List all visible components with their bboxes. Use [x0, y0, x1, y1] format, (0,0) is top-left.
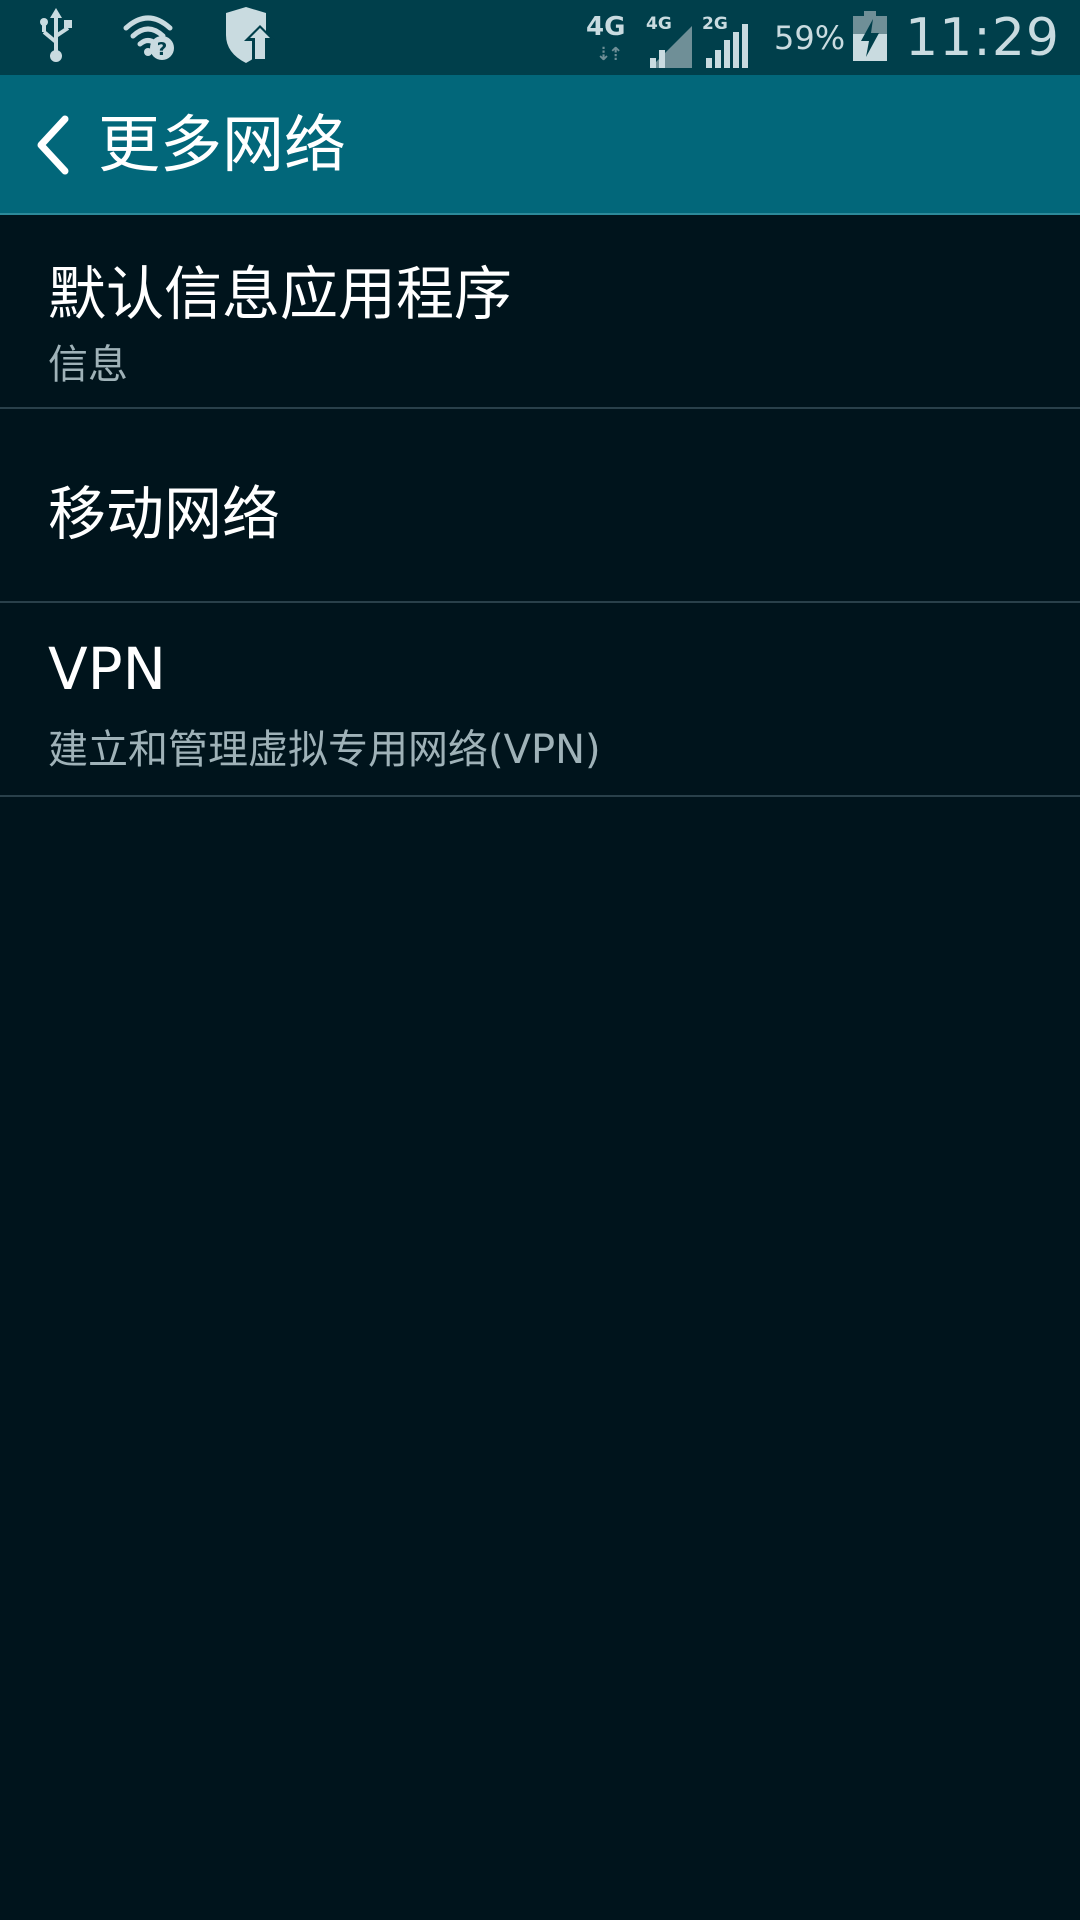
- list-item-mobile-networks[interactable]: 移动网络: [0, 409, 1080, 603]
- network-type-label: 4G: [586, 11, 626, 42]
- page-title: 更多网络: [98, 108, 347, 181]
- screen: ? 4G ⇣⇡ 4G 2G 59% 11:29 更多网络 默认信息应用程序 信息…: [0, 0, 1080, 1920]
- usb-icon: [36, 8, 76, 68]
- network-indicator: 4G ⇣⇡: [586, 8, 632, 68]
- item-title: 移动网络: [48, 480, 281, 548]
- shield-update-icon: [222, 7, 278, 69]
- clock: 11:29: [905, 7, 1060, 68]
- settings-list: 默认信息应用程序 信息 移动网络 VPN 建立和管理虚拟专用网络(VPN): [0, 215, 1080, 797]
- list-item-vpn[interactable]: VPN 建立和管理虚拟专用网络(VPN): [0, 603, 1080, 797]
- signal-bars-icon: [650, 25, 693, 68]
- wifi-unknown-icon: ?: [122, 10, 176, 66]
- back-button[interactable]: [18, 105, 88, 185]
- data-activity-icon: ⇣⇡: [596, 43, 623, 65]
- list-item-default-messaging[interactable]: 默认信息应用程序 信息: [0, 215, 1080, 409]
- sim2-signal: 2G: [702, 8, 750, 68]
- item-subtitle: 信息: [48, 342, 128, 388]
- item-title: VPN: [48, 635, 167, 703]
- signal-bars-icon: [706, 23, 749, 68]
- svg-text:?: ?: [157, 39, 167, 60]
- battery-charging-icon: [853, 10, 888, 65]
- item-title: 默认信息应用程序: [48, 260, 513, 328]
- back-arrow-icon: [37, 115, 69, 175]
- item-subtitle: 建立和管理虚拟专用网络(VPN): [48, 727, 601, 773]
- status-left-icons: ?: [36, 7, 278, 69]
- status-right-icons: 4G ⇣⇡ 4G 2G 59% 11:29: [586, 0, 1060, 75]
- action-bar: 更多网络: [0, 75, 1080, 215]
- battery-percent: 59%: [774, 18, 846, 57]
- status-bar: ? 4G ⇣⇡ 4G 2G 59% 11:29: [0, 0, 1080, 75]
- sim1-signal: 4G: [646, 8, 694, 68]
